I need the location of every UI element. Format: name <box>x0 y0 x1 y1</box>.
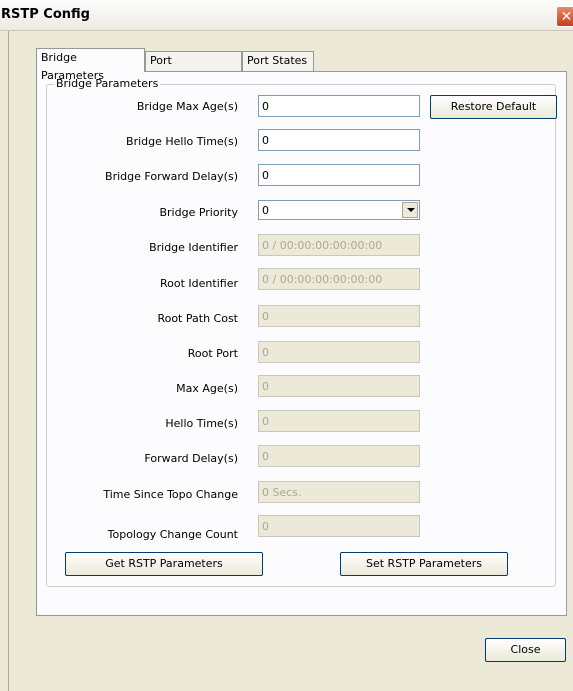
label-hello-time: Hello Time(s) <box>165 417 238 430</box>
label-root-identifier: Root Identifier <box>160 277 238 290</box>
topology-change-count-field <box>258 515 420 537</box>
bridge-priority-select[interactable]: 0 <box>258 200 420 220</box>
label-bridge-forward-delay: Bridge Forward Delay(s) <box>105 170 238 183</box>
tab-port-states[interactable]: Port States <box>242 51 314 71</box>
bridge-identifier-field <box>258 234 420 256</box>
label-bridge-priority: Bridge Priority <box>159 206 238 219</box>
label-max-age: Max Age(s) <box>176 382 238 395</box>
label-time-since-topo-change: Time Since Topo Change <box>103 488 238 501</box>
restore-default-button[interactable]: Restore Default <box>430 95 557 119</box>
tab-port-parameters[interactable]: Port Parameters <box>145 51 242 85</box>
label-bridge-hello-time: Bridge Hello Time(s) <box>126 135 238 148</box>
chevron-down-icon[interactable] <box>402 202 418 218</box>
root-identifier-field <box>258 268 420 290</box>
bridge-forward-delay-input[interactable] <box>258 164 420 186</box>
set-rstp-parameters-button[interactable]: Set RSTP Parameters <box>340 552 508 576</box>
hello-time-field <box>258 410 420 432</box>
get-rstp-parameters-button[interactable]: Get RSTP Parameters <box>65 552 263 576</box>
root-port-field <box>258 341 420 363</box>
close-window-icon[interactable]: ✕ <box>556 6 573 27</box>
bridge-parameters-group <box>46 84 556 587</box>
bridge-max-age-input[interactable] <box>258 95 420 117</box>
root-path-cost-field <box>258 305 420 327</box>
max-age-field <box>258 375 420 397</box>
window-title: RSTP Config <box>1 7 90 22</box>
time-since-topo-change-field <box>258 481 420 503</box>
forward-delay-field <box>258 445 420 467</box>
label-forward-delay: Forward Delay(s) <box>144 452 238 465</box>
label-topology-change-count: Topology Change Count <box>107 528 238 541</box>
close-button[interactable]: Close <box>485 638 566 662</box>
label-bridge-identifier: Bridge Identifier <box>149 241 238 254</box>
label-root-port: Root Port <box>187 347 238 360</box>
label-bridge-max-age: Bridge Max Age(s) <box>136 100 238 113</box>
title-bar: RSTP Config ✕ <box>0 0 573 31</box>
label-root-path-cost: Root Path Cost <box>157 312 238 325</box>
bridge-priority-value: 0 <box>262 204 269 217</box>
tab-bridge-parameters[interactable]: Bridge Parameters <box>36 48 145 82</box>
bridge-hello-time-input[interactable] <box>258 129 420 151</box>
